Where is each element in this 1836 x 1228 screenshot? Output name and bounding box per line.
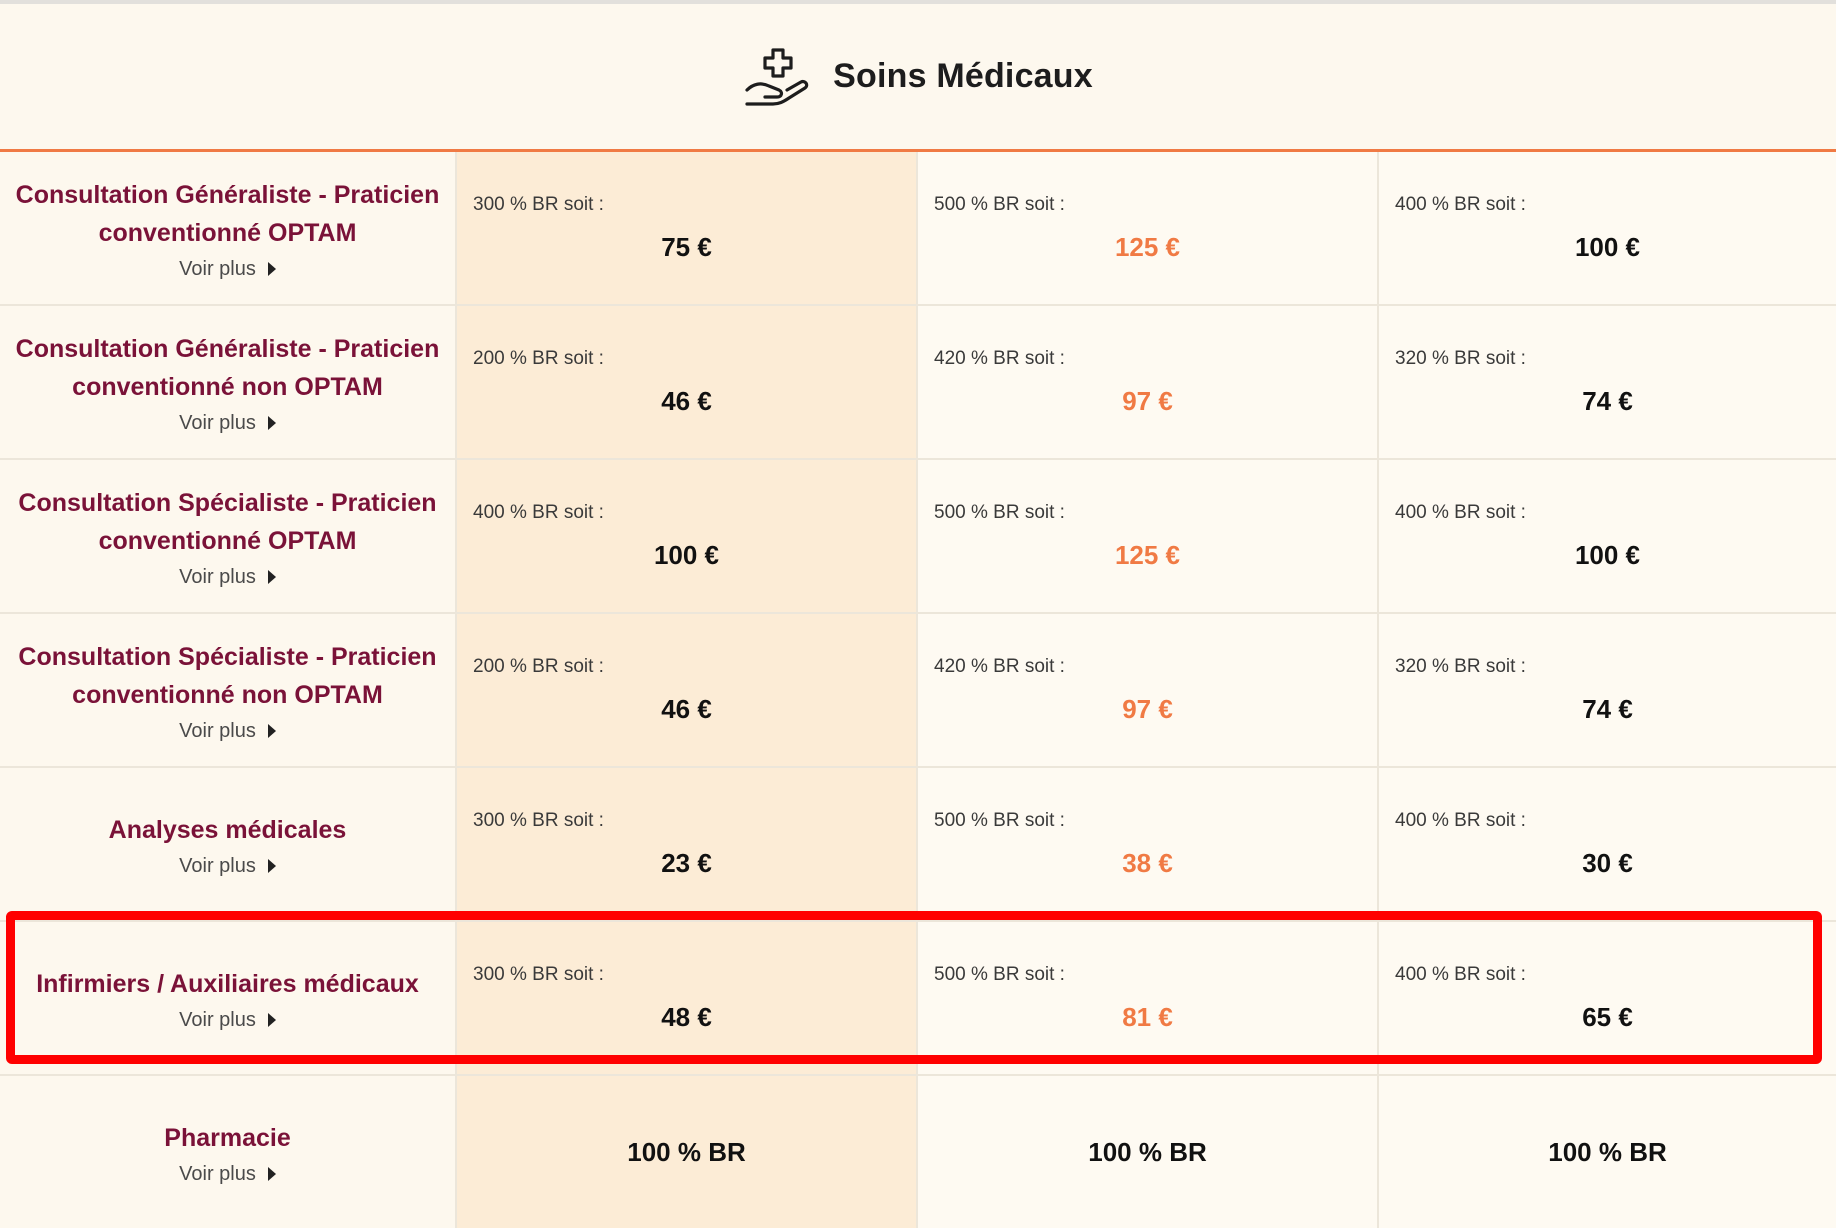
offer-cell: 420 % BR soit : 97 € xyxy=(918,614,1379,766)
caret-right-icon xyxy=(267,416,276,430)
percent-label: 320 % BR soit : xyxy=(1395,348,1526,369)
percent-label: 200 % BR soit : xyxy=(473,656,604,677)
amount-value: 97 € xyxy=(1122,694,1173,724)
row-label-cell: Infirmiers / Auxiliaires médicaux Voir p… xyxy=(0,922,457,1074)
amount-value: 97 € xyxy=(1122,386,1173,416)
caret-right-icon xyxy=(267,262,276,276)
amount-value: 125 € xyxy=(1114,540,1181,570)
offer-cell: 420 % BR soit : 97 € xyxy=(918,306,1379,458)
offer-cell: 100 % BR xyxy=(457,1076,918,1228)
offer-cell: 300 % BR soit : 75 € xyxy=(457,152,918,304)
table-row: Infirmiers / Auxiliaires médicaux Voir p… xyxy=(0,922,1836,1076)
voir-plus-link[interactable]: Voir plus xyxy=(179,855,276,878)
percent-label: 420 % BR soit : xyxy=(934,348,1065,369)
percent-label: 320 % BR soit : xyxy=(1395,656,1526,677)
amount-value: 46 € xyxy=(661,694,712,724)
amount-value: 100 % BR xyxy=(1548,1136,1667,1167)
row-label-cell: Pharmacie Voir plus xyxy=(0,1076,457,1228)
row-label: Pharmacie xyxy=(164,1123,291,1152)
table-row: Consultation Spécialiste - Praticien con… xyxy=(0,460,1836,614)
amount-value: 100 % BR xyxy=(627,1136,746,1167)
offer-cell: 300 % BR soit : 48 € xyxy=(457,922,918,1074)
table-row: Consultation Généraliste - Praticien con… xyxy=(0,152,1836,306)
percent-label: 420 % BR soit : xyxy=(934,656,1065,677)
section-header: Soins Médicaux xyxy=(0,4,1836,152)
table-row: Consultation Spécialiste - Praticien con… xyxy=(0,614,1836,768)
amount-value: 75 € xyxy=(661,232,712,262)
percent-label: 400 % BR soit : xyxy=(1395,194,1526,215)
row-label-cell: Consultation Spécialiste - Praticien con… xyxy=(0,460,457,612)
caret-right-icon xyxy=(267,570,276,584)
offer-cell: 400 % BR soit : 100 € xyxy=(457,460,918,612)
percent-label: 400 % BR soit : xyxy=(1395,964,1526,985)
voir-plus-link[interactable]: Voir plus xyxy=(179,720,276,743)
voir-plus-link[interactable]: Voir plus xyxy=(179,1009,276,1032)
table-row: Consultation Généraliste - Praticien con… xyxy=(0,306,1836,460)
row-label-cell: Consultation Généraliste - Praticien con… xyxy=(0,306,457,458)
amount-value: 100 € xyxy=(653,540,720,570)
amount-value: 30 € xyxy=(1582,848,1633,878)
section-title: Soins Médicaux xyxy=(833,57,1093,95)
offer-cell: 200 % BR soit : 46 € xyxy=(457,614,918,766)
row-label: Consultation Généraliste - Praticien con… xyxy=(15,334,440,401)
percent-label: 400 % BR soit : xyxy=(1395,810,1526,831)
offer-cell: 500 % BR soit : 38 € xyxy=(918,768,1379,920)
percent-label: 300 % BR soit : xyxy=(473,964,604,985)
amount-value: 81 € xyxy=(1122,1002,1173,1032)
amount-value: 38 € xyxy=(1122,848,1173,878)
percent-label: 300 % BR soit : xyxy=(473,194,604,215)
row-label-cell: Consultation Généraliste - Praticien con… xyxy=(0,152,457,304)
amount-value: 46 € xyxy=(661,386,712,416)
row-label: Analyses médicales xyxy=(108,815,347,844)
offer-cell: 500 % BR soit : 125 € xyxy=(918,460,1379,612)
percent-label: 300 % BR soit : xyxy=(473,810,604,831)
row-label: Infirmiers / Auxiliaires médicaux xyxy=(36,969,419,998)
voir-plus-link[interactable]: Voir plus xyxy=(179,1163,276,1186)
offer-cell: 500 % BR soit : 125 € xyxy=(918,152,1379,304)
offer-cell: 400 % BR soit : 100 € xyxy=(1379,460,1836,612)
voir-plus-link[interactable]: Voir plus xyxy=(179,258,276,281)
coverage-table: Consultation Généraliste - Praticien con… xyxy=(0,152,1836,1228)
offer-cell: 300 % BR soit : 23 € xyxy=(457,768,918,920)
offer-cell: 100 % BR xyxy=(1379,1076,1836,1228)
row-label: Consultation Spécialiste - Praticien con… xyxy=(18,488,437,555)
table-row: Pharmacie Voir plus 100 % BR 100 % BR 10… xyxy=(0,1076,1836,1228)
amount-value: 74 € xyxy=(1582,694,1633,724)
row-label: Consultation Spécialiste - Praticien con… xyxy=(18,642,437,709)
amount-value: 65 € xyxy=(1582,1002,1633,1032)
offer-cell: 100 % BR xyxy=(918,1076,1379,1228)
table-row: Analyses médicales Voir plus 300 % BR so… xyxy=(0,768,1836,922)
percent-label: 400 % BR soit : xyxy=(473,502,604,523)
amount-value: 100 € xyxy=(1574,540,1641,570)
amount-value: 23 € xyxy=(661,848,712,878)
caret-right-icon xyxy=(267,724,276,738)
caret-right-icon xyxy=(267,1013,276,1027)
caret-right-icon xyxy=(267,1167,276,1181)
percent-label: 400 % BR soit : xyxy=(1395,502,1526,523)
row-label: Consultation Généraliste - Praticien con… xyxy=(15,180,440,247)
caret-right-icon xyxy=(267,859,276,873)
offer-cell: 320 % BR soit : 74 € xyxy=(1379,614,1836,766)
offer-cell: 400 % BR soit : 30 € xyxy=(1379,768,1836,920)
voir-plus-link[interactable]: Voir plus xyxy=(179,412,276,435)
offer-cell: 400 % BR soit : 65 € xyxy=(1379,922,1836,1074)
row-label-cell: Consultation Spécialiste - Praticien con… xyxy=(0,614,457,766)
offer-cell: 200 % BR soit : 46 € xyxy=(457,306,918,458)
hand-medical-cross-icon xyxy=(745,47,809,106)
amount-value: 74 € xyxy=(1582,386,1633,416)
percent-label: 500 % BR soit : xyxy=(934,194,1065,215)
amount-value: 125 € xyxy=(1114,232,1181,262)
percent-label: 500 % BR soit : xyxy=(934,964,1065,985)
offer-cell: 400 % BR soit : 100 € xyxy=(1379,152,1836,304)
voir-plus-link[interactable]: Voir plus xyxy=(179,566,276,589)
row-label-cell: Analyses médicales Voir plus xyxy=(0,768,457,920)
amount-value: 100 % BR xyxy=(1088,1136,1207,1167)
offer-cell: 500 % BR soit : 81 € xyxy=(918,922,1379,1074)
percent-label: 500 % BR soit : xyxy=(934,810,1065,831)
amount-value: 48 € xyxy=(661,1002,712,1032)
offer-cell: 320 % BR soit : 74 € xyxy=(1379,306,1836,458)
amount-value: 100 € xyxy=(1574,232,1641,262)
percent-label: 500 % BR soit : xyxy=(934,502,1065,523)
percent-label: 200 % BR soit : xyxy=(473,348,604,369)
